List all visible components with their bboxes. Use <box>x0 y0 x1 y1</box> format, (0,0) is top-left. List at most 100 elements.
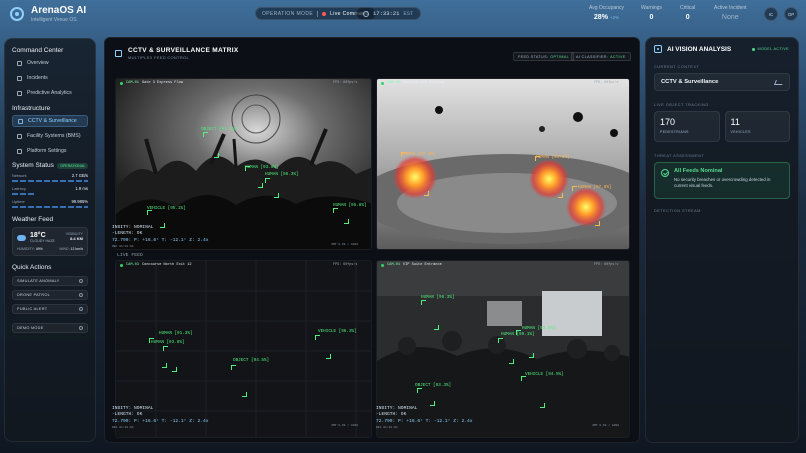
mode-label: OPERATION MODE <box>262 10 314 17</box>
stat-critical: Critical 0 <box>680 5 695 21</box>
metric-label: Latency <box>12 186 27 191</box>
app-subtitle: Intelligent Venue OS <box>31 17 77 23</box>
sidebar-item-platform-settings[interactable]: Platform Settings <box>12 145 88 157</box>
detection-box <box>147 210 165 228</box>
pedestrian-count: 170 <box>660 117 676 127</box>
stat-warnings: Warnings 0 <box>641 5 662 21</box>
live-dot-icon <box>322 11 327 16</box>
camera-3-ptz: 72.799: P: +16.6° T: -12.1° Z: 2.4x <box>112 419 209 424</box>
live-dot-icon <box>381 81 384 85</box>
sidebar-item-predictive-analytics[interactable]: Predictive Analytics <box>12 87 88 99</box>
stat-label: Critical <box>680 5 696 11</box>
threat-title: All Feeds Nominal <box>674 168 723 174</box>
detection-label: HUMAN [99.1%] <box>501 332 535 337</box>
metric-label: Uptime <box>12 199 25 204</box>
button-label: DEMO MODE <box>17 326 44 330</box>
ai-classifier-tag: AI CLASSIFIER: ACTIVE <box>571 52 631 61</box>
sidebar-item-label: Incidents <box>27 75 48 81</box>
weather-card: 18°C CLOUDY HAZE VISIBILITY 8.4 KM HUMID… <box>12 227 88 256</box>
detection-label: HUMAN [96.3%] <box>265 172 299 177</box>
vehicle-count-card: 11 VEHICLES <box>724 111 790 142</box>
context-value: CCTV & Surveillance <box>661 79 719 85</box>
sidebar-item-label: Platform Settings <box>27 148 67 154</box>
section-system-status: System Status <box>12 162 54 169</box>
camera-3-resolution: 4MP 0.99 / 4096 <box>331 424 359 427</box>
weather-wind: WIND: 12 km/h <box>59 247 83 251</box>
sidebar-item-label: Overview <box>27 60 49 66</box>
ai-vision-panel: AI VISION ANALYSIS MODEL ACTIVE CURRENT … <box>645 37 799 443</box>
panel-subtitle: MULTIPLEX FEED CONTROL <box>128 55 189 60</box>
detection-label: VEHICLE [96.3%] <box>318 329 357 334</box>
metric-latency: Latency 1.9 ms <box>12 186 88 195</box>
pedestrian-count-card: 170 PEDESTRIANS <box>654 111 720 142</box>
camera-2-fps: FPS: 60fps/s <box>594 81 619 85</box>
feed-caption: LIVE FEED <box>117 253 143 258</box>
stat-label: Avg Occupancy <box>589 5 624 11</box>
button-label: DRONE PATROL <box>17 293 50 297</box>
sidebar-item-label: Predictive Analytics <box>27 90 72 96</box>
sidebar-item-label: CCTV & Surveillance <box>28 118 77 124</box>
stat-label: Warnings <box>641 5 662 11</box>
eye-icon <box>654 45 662 53</box>
metric-bar <box>12 206 88 208</box>
stat-value: 28% +2% <box>593 14 620 21</box>
clock-time: 17:33:21 <box>373 10 400 17</box>
stat-value: 0 <box>685 14 690 21</box>
detection-label: HUMAN [93.6%] <box>151 340 185 345</box>
weather-visibility: VISIBILITY 8.4 KM <box>65 232 83 241</box>
threat-text: No security breaches or overcrowding det… <box>674 177 771 188</box>
vehicle-count: 11 <box>730 117 740 127</box>
camera-icon <box>18 118 23 124</box>
simulate-anomaly-button[interactable]: SIMULATE ANOMALY <box>12 276 88 286</box>
notifications-button[interactable]: IC <box>764 7 778 21</box>
public-alert-button[interactable]: PUBLIC ALERT <box>12 304 88 314</box>
brand[interactable]: ArenaOS AI Intelligent Venue OS <box>10 5 86 23</box>
camera-1-ptz: 72.799: P: +16.6° T: -12.1° Z: 2.4x <box>112 238 209 243</box>
status-dot-icon <box>752 47 756 51</box>
detection-label: OBJECT [91.3%] <box>201 127 238 132</box>
metric-network: Network 2.7 GB/s <box>12 173 88 182</box>
divider <box>317 10 319 17</box>
system-status-header: System Status OPERATIONAL <box>12 162 88 169</box>
section-command-center: Command Center <box>12 47 64 54</box>
camera-3-fps: FPS: 60fps/s <box>333 263 358 267</box>
check-circle-icon <box>661 169 669 177</box>
weather-temp: 18°C <box>30 232 46 239</box>
chart-icon <box>17 90 22 96</box>
sidebar-item-incidents[interactable]: Incidents <box>12 72 88 84</box>
stat-active-incident: Active Incident None <box>714 5 747 21</box>
camera-4-resolution: 4MP 0.99 / 4096 <box>592 424 620 427</box>
sidebar-item-facility-systems[interactable]: Facility Systems (BMS) <box>12 130 88 142</box>
sidebar-item-overview[interactable]: Overview <box>12 57 88 69</box>
detection-box <box>498 338 514 364</box>
profile-button[interactable]: OP <box>784 7 798 21</box>
live-dot-icon <box>381 263 384 267</box>
camera-1-resolution: 4MP 0.99 / 4096 <box>331 243 359 246</box>
live-dot-icon <box>120 81 123 85</box>
camera-4-ptz: 72.799: P: +16.6° T: -12.1° Z: 2.4x <box>376 419 473 424</box>
model-status-badge: MODEL ACTIVE <box>752 47 789 51</box>
camera-1-label: CAM-01 Gate 3 Express Flow <box>120 81 183 85</box>
camera-3-rec: REC 01:01:94 <box>112 426 134 429</box>
panel-title: AI VISION ANALYSIS <box>667 45 732 53</box>
camera-4-fps: FPS: 60fps/s <box>594 263 619 267</box>
camera-1-fps: FPS: 60fps/s <box>333 81 358 85</box>
detection-label: HUMAN [97.3%] <box>402 152 436 157</box>
context-selector[interactable]: CCTV & Surveillance <box>654 73 790 91</box>
detection-label: OBJECT [94.5%] <box>233 358 270 363</box>
stat-value: None <box>721 14 739 21</box>
bolt-icon <box>79 279 83 283</box>
sidebar-item-cctv[interactable]: CCTV & Surveillance <box>12 115 88 127</box>
detection-label: HUMAN [91.3%] <box>159 331 193 336</box>
cctv-matrix-panel: CCTV & SURVEILLANCE MATRIX MULTIPLEX FEE… <box>104 37 640 443</box>
demo-mode-button[interactable]: DEMO MODE <box>12 323 88 333</box>
drone-patrol-button[interactable]: DRONE PATROL <box>12 290 88 300</box>
metric-value: 99.985% <box>71 199 88 204</box>
clock: 17:33:21 EST <box>355 7 422 20</box>
detection-label: OBJECT [93.3%] <box>415 383 452 388</box>
metric-uptime: Uptime 99.985% <box>12 199 88 208</box>
section-infrastructure: Infrastructure <box>12 105 51 112</box>
detection-label: HUMAN [93.8%] <box>536 155 570 160</box>
detection-box <box>315 335 331 359</box>
status-badge: OPERATIONAL <box>57 162 88 169</box>
